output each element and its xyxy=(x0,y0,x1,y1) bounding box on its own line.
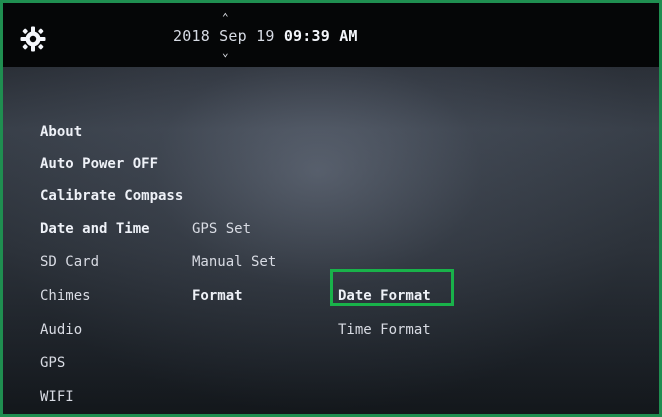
chevron-down-icon[interactable]: ⌄ xyxy=(222,47,229,58)
menu-item-calibrate-compass[interactable]: Calibrate Compass xyxy=(40,187,183,205)
date-time-display: 2018 Sep 19 09:39 AM xyxy=(173,27,358,45)
menu-item-sd-card[interactable]: SD Card xyxy=(40,253,99,271)
chevron-up-icon[interactable]: ⌃ xyxy=(222,12,229,23)
format-option-date-format[interactable]: Date Format xyxy=(338,287,431,305)
device-screen: ⌃ 2018 Sep 19 09:39 AM ⌄ About Auto Powe… xyxy=(0,0,662,417)
menu-item-auto-power-off[interactable]: Auto Power OFF xyxy=(40,155,158,173)
top-bar: ⌃ 2018 Sep 19 09:39 AM ⌄ xyxy=(3,3,659,67)
menu-item-chimes[interactable]: Chimes xyxy=(40,287,91,305)
settings-panel: About Auto Power OFF Calibrate Compass D… xyxy=(3,67,659,414)
menu-item-gps[interactable]: GPS xyxy=(40,354,65,372)
format-option-time-format[interactable]: Time Format xyxy=(338,321,431,339)
gear-icon[interactable] xyxy=(19,25,47,53)
submenu-item-format[interactable]: Format xyxy=(192,287,243,305)
menu-item-about[interactable]: About xyxy=(40,123,82,141)
submenu-item-manual-set[interactable]: Manual Set xyxy=(192,253,276,271)
menu-item-wifi[interactable]: WIFI xyxy=(40,388,74,406)
menu-item-date-and-time[interactable]: Date and Time xyxy=(40,220,150,238)
year-value: 2018 xyxy=(173,27,210,45)
day-value: 19 xyxy=(256,27,275,45)
month-value: Sep xyxy=(219,27,247,45)
time-value: 09:39 AM xyxy=(283,27,358,45)
menu-item-audio[interactable]: Audio xyxy=(40,321,82,339)
submenu-item-gps-set[interactable]: GPS Set xyxy=(192,220,251,238)
